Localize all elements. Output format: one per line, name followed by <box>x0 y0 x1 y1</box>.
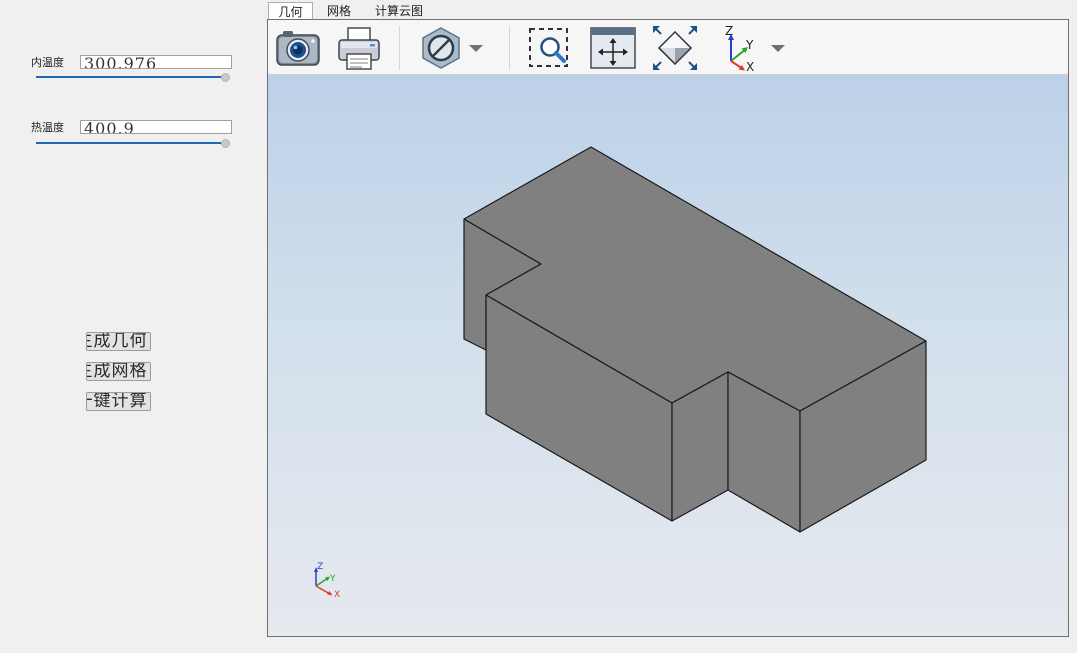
printer-icon <box>338 27 380 70</box>
axis-y-label: Y <box>745 38 754 52</box>
view-orientation-dropdown[interactable] <box>768 23 788 73</box>
zoom-window-button[interactable] <box>525 23 575 73</box>
3d-viewport[interactable]: Z Y X <box>268 75 1068 636</box>
toolbar-separator <box>509 26 510 70</box>
one-click-compute-button[interactable]: 一键计算 <box>86 392 151 411</box>
hot-temperature-slider[interactable] <box>36 142 226 144</box>
inner-temperature-slider-handle[interactable] <box>221 73 230 82</box>
fit-all-icon <box>653 26 697 70</box>
pan-icon <box>590 27 636 69</box>
axis-triad: Z Y X <box>314 562 340 600</box>
generate-mesh-label: 生成网格 <box>87 362 148 381</box>
inner-temperature-field[interactable]: 300.976 <box>80 55 232 69</box>
one-click-compute-label: 一键计算 <box>87 392 148 411</box>
toolbar-separator <box>399 26 400 70</box>
fit-all-button[interactable] <box>650 23 700 73</box>
hot-temperature-slider-handle[interactable] <box>221 139 230 148</box>
axes-view-icon: Z Y X <box>725 24 754 73</box>
3d-model: Z Y X <box>314 146 927 600</box>
dropdown-arrow-icon <box>469 45 483 52</box>
generate-mesh-button[interactable]: 生成网格 <box>86 362 151 381</box>
tab-mesh[interactable]: 网格 <box>318 2 360 20</box>
hot-temperature-field[interactable]: 400.9 <box>80 120 232 134</box>
tab-contour[interactable]: 计算云图 <box>368 2 430 20</box>
triad-x-label: X <box>334 590 340 600</box>
dropdown-arrow-icon <box>771 45 785 52</box>
generate-geometry-button[interactable]: 生成几何 <box>86 332 151 351</box>
viewer-toolbar: Z Y X <box>268 20 1068 75</box>
hot-temperature-label: 热温度 <box>31 121 64 134</box>
camera-icon <box>276 31 320 66</box>
generate-geometry-label: 生成几何 <box>87 332 148 351</box>
print-button[interactable] <box>334 23 384 73</box>
axis-x-label: X <box>746 60 754 73</box>
axis-z-label: Z <box>725 24 733 38</box>
inner-temperature-slider[interactable] <box>36 76 226 78</box>
axes-view-button[interactable]: Z Y X <box>713 23 763 73</box>
zoom-window-icon <box>529 28 568 67</box>
triad-z-label: Z <box>317 562 323 572</box>
screenshot-button[interactable] <box>273 23 323 73</box>
display-mode-button[interactable] <box>416 23 466 73</box>
no-symbol-icon <box>422 27 460 69</box>
triad-y-label: Y <box>329 574 336 584</box>
pan-button[interactable] <box>588 23 638 73</box>
display-mode-dropdown[interactable] <box>466 23 486 73</box>
inner-temperature-label: 内温度 <box>31 56 64 69</box>
